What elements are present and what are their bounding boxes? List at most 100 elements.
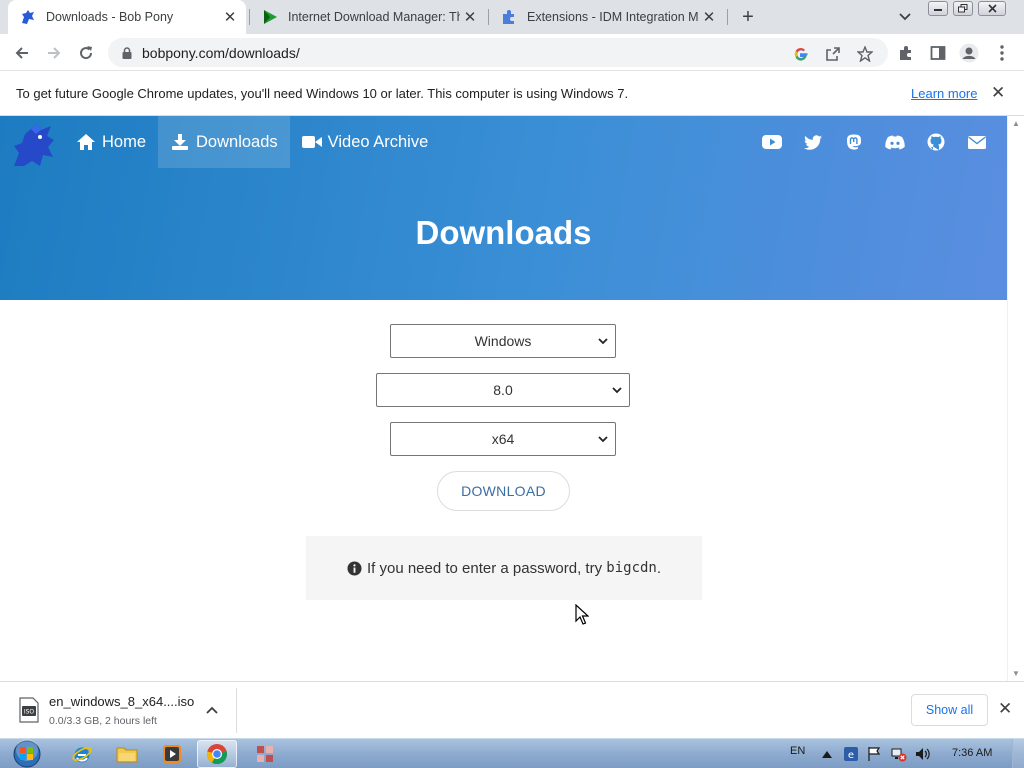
tab-title: Extensions - IDM Integration Mo xyxy=(527,10,699,24)
mouse-cursor-icon xyxy=(575,604,589,625)
password-note: If you need to enter a password, try big… xyxy=(306,536,702,600)
email-icon[interactable] xyxy=(967,132,987,152)
url-text: bobpony.com/downloads/ xyxy=(142,44,300,61)
windows-taskbar: EN e 7:36 AM xyxy=(0,738,1024,768)
twitter-icon[interactable] xyxy=(803,132,823,152)
mastodon-icon[interactable] xyxy=(844,132,864,152)
chevron-up-icon[interactable] xyxy=(205,703,219,717)
svg-text:e: e xyxy=(848,750,854,761)
download-status: 0.0/3.3 GB, 2 hours left xyxy=(49,715,157,727)
nav-video-archive[interactable]: Video Archive xyxy=(290,116,441,168)
internet-explorer-icon xyxy=(72,747,92,763)
github-icon[interactable] xyxy=(926,132,946,152)
language-indicator[interactable]: EN xyxy=(790,745,805,757)
network-puzzle-icon xyxy=(257,746,273,762)
back-arrow-icon xyxy=(15,47,28,59)
close-window-button[interactable] xyxy=(978,1,1006,16)
infobar-message: To get future Google Chrome updates, you… xyxy=(16,86,629,101)
nav-video-archive-label: Video Archive xyxy=(327,132,429,151)
close-tab-icon[interactable]: ✕ xyxy=(699,7,719,27)
share-icon[interactable] xyxy=(824,45,842,63)
home-icon xyxy=(76,132,96,152)
volume-icon[interactable] xyxy=(915,746,931,762)
download-button[interactable]: DOWNLOAD xyxy=(437,471,570,511)
reload-icon xyxy=(80,46,93,60)
taskbar-network-app[interactable] xyxy=(245,740,285,768)
tab-search-chevron-icon[interactable] xyxy=(895,8,915,26)
version-select-value: 8.0 xyxy=(493,382,513,398)
scroll-up-arrow-icon[interactable]: ▲ xyxy=(1012,119,1020,128)
vertical-scrollbar[interactable]: ▲ ▼ xyxy=(1007,116,1024,681)
svg-text:ISO: ISO xyxy=(24,709,35,716)
show-hidden-icons-icon[interactable] xyxy=(819,746,835,762)
close-tab-icon[interactable]: ✕ xyxy=(220,7,240,27)
network-disconnected-icon[interactable] xyxy=(891,746,907,762)
version-select[interactable]: 8.0 xyxy=(376,373,630,407)
taskbar-google-chrome[interactable] xyxy=(197,740,237,768)
nav-home-label: Home xyxy=(102,132,147,151)
profile-avatar-icon[interactable] xyxy=(958,42,980,64)
tab-extensions-idm[interactable]: Extensions - IDM Integration Mo ✕ xyxy=(489,0,725,34)
youtube-icon[interactable] xyxy=(762,132,782,152)
page-title: Downloads xyxy=(415,214,592,251)
download-file-name[interactable]: en_windows_8_x64....iso xyxy=(49,694,194,709)
bob-pony-logo[interactable] xyxy=(10,120,60,170)
window-controls xyxy=(928,1,1011,16)
tab-internet-download-manager[interactable]: Internet Download Manager: The ✕ xyxy=(250,0,486,34)
scroll-down-arrow-icon[interactable]: ▼ xyxy=(1012,669,1020,678)
show-desktop-button[interactable] xyxy=(1012,739,1024,768)
nav-home[interactable]: Home xyxy=(64,116,158,168)
update-infobar: To get future Google Chrome updates, you… xyxy=(0,71,1024,116)
address-bar[interactable]: bobpony.com/downloads/ xyxy=(108,38,888,67)
browser-toolbar: bobpony.com/downloads/ xyxy=(0,34,1024,71)
close-tab-icon[interactable]: ✕ xyxy=(460,7,480,27)
social-links xyxy=(762,132,1007,152)
new-tab-button[interactable]: + xyxy=(737,6,759,28)
chevron-down-icon xyxy=(612,387,622,394)
reload-button[interactable] xyxy=(74,41,98,65)
google-lens-g-icon[interactable] xyxy=(792,45,810,63)
hero-banner: Home Downloads Video Archive Downloads xyxy=(0,116,1007,300)
media-player-icon xyxy=(163,745,181,763)
lock-icon[interactable] xyxy=(120,46,134,59)
os-select[interactable]: Windows xyxy=(390,324,616,358)
show-all-button[interactable]: Show all xyxy=(911,694,988,726)
bookmark-star-icon[interactable] xyxy=(856,45,874,63)
nav-downloads-label: Downloads xyxy=(196,132,278,151)
side-panel-icon[interactable] xyxy=(927,42,949,64)
puzzle-icon xyxy=(501,9,517,25)
restore-button[interactable] xyxy=(953,1,973,16)
tab-downloads-bob-pony[interactable]: Downloads - Bob Pony ✕ xyxy=(8,0,246,34)
discord-icon[interactable] xyxy=(885,132,905,152)
architecture-select[interactable]: x64 xyxy=(390,422,616,456)
close-shelf-icon[interactable]: ✕ xyxy=(998,699,1012,719)
learn-more-link[interactable]: Learn more xyxy=(911,86,977,101)
password-code: bigcdn xyxy=(606,560,657,576)
back-button[interactable] xyxy=(10,41,34,65)
start-orb-icon[interactable] xyxy=(9,739,45,768)
extensions-puzzle-icon[interactable] xyxy=(895,42,917,64)
download-shelf: ISO en_windows_8_x64....iso 0.0/3.3 GB, … xyxy=(0,681,1024,738)
site-nav: Home Downloads Video Archive xyxy=(64,116,440,168)
bob-pony-icon xyxy=(20,9,36,25)
clock-time[interactable]: 7:36 AM xyxy=(952,747,992,759)
chevron-down-icon xyxy=(598,436,608,443)
taskbar-media-player[interactable] xyxy=(152,740,192,768)
tab-title: Internet Download Manager: The xyxy=(288,10,460,24)
download-icon xyxy=(170,132,190,152)
action-center-flag-icon[interactable] xyxy=(867,746,883,762)
taskbar-windows-explorer[interactable] xyxy=(107,740,147,768)
tab-title: Downloads - Bob Pony xyxy=(46,10,174,24)
tray-app-icon[interactable]: e xyxy=(843,746,859,762)
iso-file-icon[interactable]: ISO xyxy=(18,697,40,723)
forward-arrow-icon xyxy=(48,47,61,59)
minimize-button[interactable] xyxy=(928,1,948,16)
taskbar-internet-explorer[interactable] xyxy=(62,740,102,768)
nav-downloads[interactable]: Downloads xyxy=(158,116,290,168)
folder-icon xyxy=(116,747,138,763)
close-infobar-icon[interactable]: ✕ xyxy=(991,83,1005,103)
video-camera-icon xyxy=(301,132,322,152)
os-select-value: Windows xyxy=(474,333,532,349)
menu-kebab-icon[interactable] xyxy=(991,42,1013,64)
forward-button[interactable] xyxy=(42,41,66,65)
